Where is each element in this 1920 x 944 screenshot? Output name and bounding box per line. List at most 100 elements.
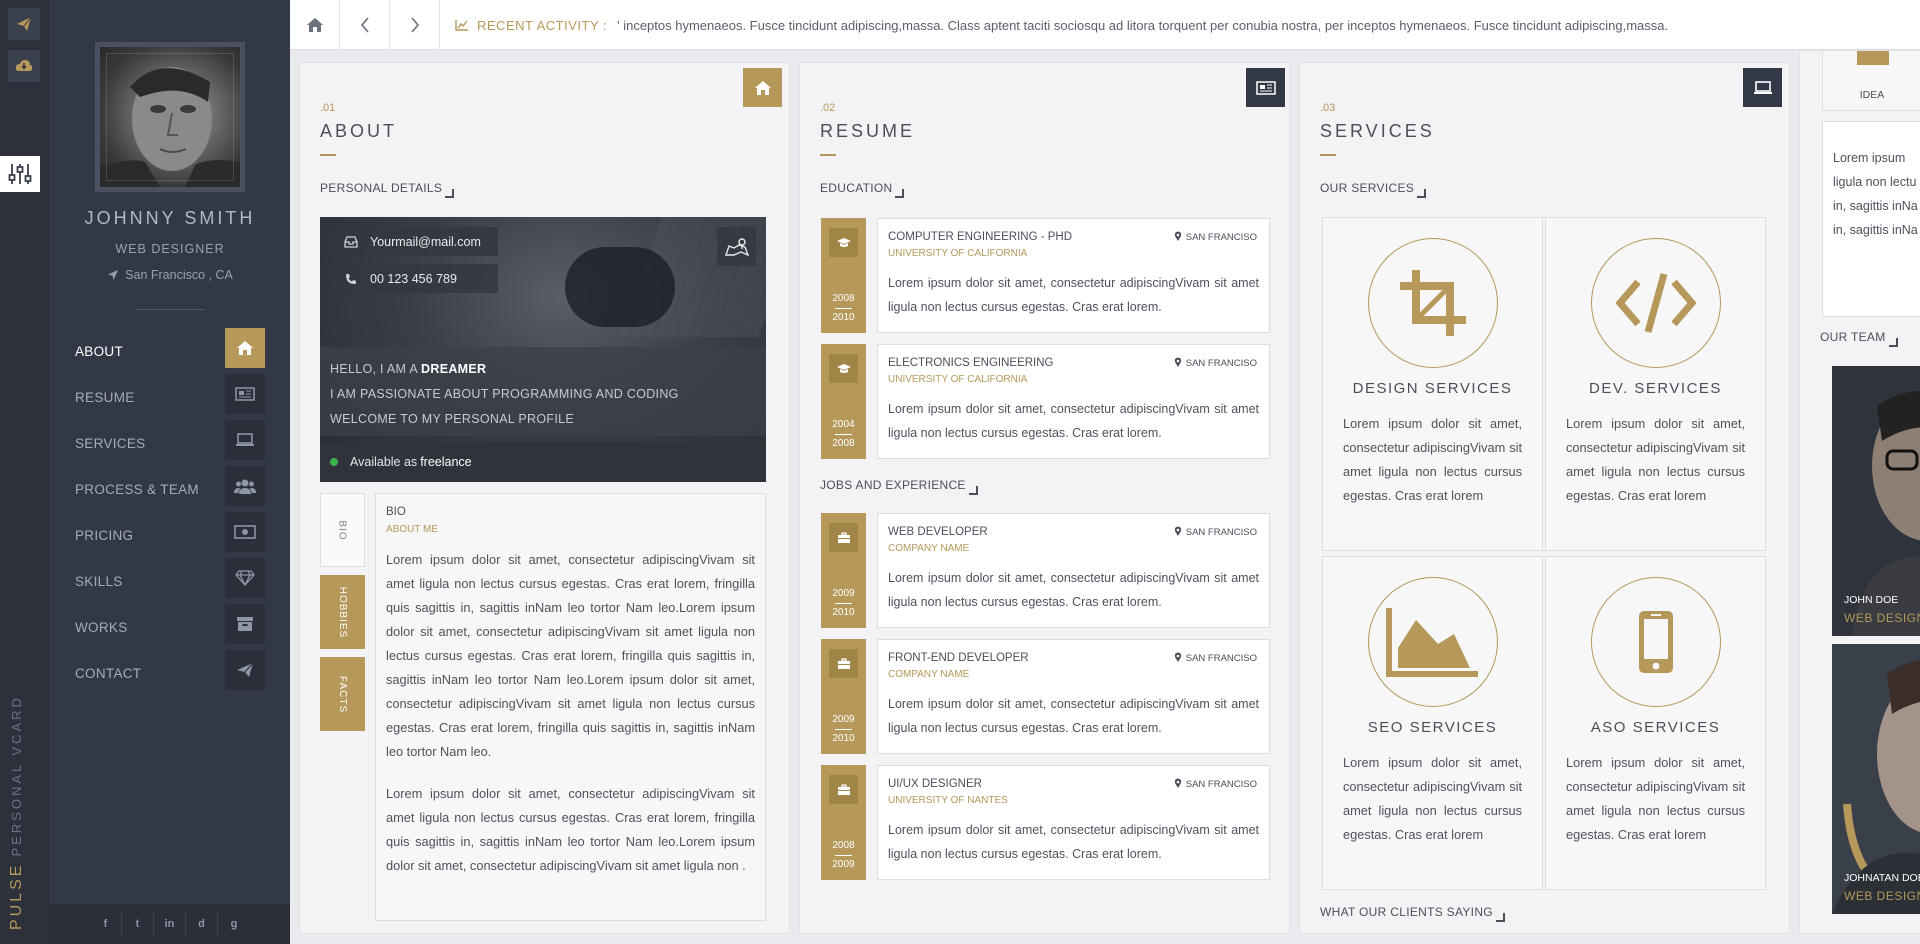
process-description: Lorem ipsum ligula non lectu in, sagitti… — [1822, 121, 1920, 317]
team-member-card[interactable]: JOHN DOE WEB DESIGNER — [1832, 366, 1920, 636]
nav-item-pricing[interactable]: PRICING — [50, 512, 290, 558]
services-heading: OUR SERVICES — [1320, 181, 1415, 195]
item-description: Lorem ipsum dolor sit amet, consectetur … — [888, 697, 1259, 735]
chevron-right-icon — [410, 17, 419, 33]
profile-location: San Francisco , CA — [50, 268, 290, 282]
nav-item-works[interactable]: WORKS — [50, 604, 290, 650]
tab-bio[interactable]: BIO — [320, 493, 365, 567]
service-card-aso[interactable]: ASO SERVICES Lorem ipsum dolor sit amet,… — [1545, 556, 1766, 890]
nav-item-process-team[interactable]: PROCESS & TEAM — [50, 466, 290, 512]
item-description: Lorem ipsum dolor sit amet, consectetur … — [888, 823, 1259, 861]
job-item: 2009 2010 FRONT-END DEVELOPER COMPANY NAM… — [821, 639, 1270, 754]
section-number: .02 — [820, 102, 836, 114]
team-heading: OUR TEAM — [1820, 330, 1886, 344]
service-description: Lorem ipsum dolor sit amet, consectetur … — [1566, 416, 1745, 503]
nav-item-about[interactable]: ABOUT — [50, 328, 290, 374]
nav-item-resume[interactable]: RESUME — [50, 374, 290, 420]
service-card-dev[interactable]: DEV. SERVICES Lorem ipsum dolor sit amet… — [1545, 217, 1766, 551]
process-line: ligula non lectu — [1833, 175, 1917, 189]
prev-button[interactable] — [340, 0, 390, 50]
paper-plane-icon[interactable] — [8, 8, 40, 40]
title-underline — [320, 154, 336, 156]
area-chart-icon — [1368, 577, 1498, 707]
next-button[interactable] — [390, 0, 440, 50]
email-chip[interactable]: Yourmail@mail.com — [330, 227, 498, 256]
nav-item-skills[interactable]: SKILLS — [50, 558, 290, 604]
member-name: JOHN DOE — [1844, 594, 1899, 606]
intro-line-2: I AM PASSIONATE ABOUT PROGRAMMING AND CO… — [330, 387, 679, 401]
phone-chip[interactable]: 00 123 456 789 — [330, 264, 498, 293]
tab-facts[interactable]: FACTS — [320, 657, 365, 731]
intro-pre: HELLO, I AM A — [330, 362, 422, 376]
item-description: Lorem ipsum dolor sit amet, consectetur … — [888, 402, 1259, 440]
briefcase-icon — [829, 649, 858, 678]
archive-icon — [225, 604, 265, 644]
linkedin-icon[interactable]: in — [154, 912, 186, 936]
item-location-text: SAN FRANCISO — [1185, 653, 1257, 664]
service-title: ASO SERVICES — [1590, 719, 1721, 736]
item-title: WEB DEVELOPER — [888, 526, 988, 538]
lightbulb-icon — [1857, 51, 1889, 65]
nav-item-contact[interactable]: CONTACT — [50, 650, 290, 696]
item-org: UNIVERSITY OF CALIFORNIA — [888, 248, 1028, 259]
service-title: DEV. SERVICES — [1589, 380, 1722, 397]
team-member-card[interactable]: JOHNATAN DOE WEB DESIGNER — [1832, 644, 1920, 914]
intro-bold: DREAMER — [421, 362, 487, 376]
line-chart-icon — [455, 20, 468, 31]
availability-pre: Available as — [350, 455, 418, 469]
service-description: Lorem ipsum dolor sit amet, consectetur … — [1343, 416, 1522, 503]
left-rail: PULSE PERSONAL VCARD — [0, 0, 50, 944]
phone-text: 00 123 456 789 — [370, 271, 457, 286]
year-to: 2010 — [832, 607, 855, 618]
paper-plane-icon — [225, 650, 265, 690]
job-item: 2008 2009 UI/UX DESIGNER UNIVERSITY OF NA… — [821, 765, 1270, 880]
service-description: Lorem ipsum dolor sit amet, consectetur … — [1343, 755, 1522, 842]
jobs-heading: JOBS AND EXPERIENCE — [820, 478, 966, 492]
service-card-seo[interactable]: SEO SERVICES Lorem ipsum dolor sit amet,… — [1322, 556, 1543, 890]
item-description: Lorem ipsum dolor sit amet, consectetur … — [888, 276, 1259, 314]
intro-text: HELLO, I AM A DREAMER I AM PASSIONATE AB… — [320, 347, 766, 436]
map-icon[interactable] — [717, 227, 756, 266]
section-heading: OUR TEAM — [1820, 330, 1898, 347]
item-org: UNIVERSITY OF CALIFORNIA — [888, 374, 1028, 385]
idea-label: IDEA — [1859, 89, 1885, 101]
timeline-bar: 2009 2010 — [821, 639, 866, 754]
users-icon — [225, 466, 265, 506]
github-icon[interactable]: g — [218, 912, 250, 936]
home-button[interactable] — [290, 0, 340, 50]
item-description: Lorem ipsum dolor sit amet, consectetur … — [888, 571, 1259, 609]
education-heading: EDUCATION — [820, 181, 893, 195]
item-org: COMPANY NAME — [888, 543, 970, 554]
service-card-design[interactable]: DESIGN SERVICES Lorem ipsum dolor sit am… — [1322, 217, 1543, 551]
item-location-text: SAN FRANCISO — [1185, 527, 1257, 538]
section-title: ABOUT — [320, 121, 398, 141]
newspaper-icon — [225, 374, 265, 414]
home-icon — [306, 18, 323, 32]
cloud-download-icon[interactable] — [8, 50, 40, 82]
brand-name: PULSE — [8, 862, 25, 930]
nav-label: CONTACT — [75, 665, 142, 681]
home-icon — [225, 328, 265, 368]
map-marker-icon — [1174, 357, 1181, 367]
section-title: SERVICES — [1320, 121, 1435, 141]
timeline-bar: 2008 2010 — [821, 218, 866, 333]
item-location-text: SAN FRANCISO — [1185, 358, 1257, 369]
settings-sliders-icon[interactable] — [0, 156, 40, 192]
facebook-icon[interactable]: f — [90, 912, 122, 936]
resume-panel: .02 RESUME EDUCATION 2008 2010 COMPUTER E… — [799, 62, 1290, 934]
item-title: FRONT-END DEVELOPER — [888, 652, 1029, 664]
year-from: 2008 — [832, 840, 855, 851]
dribbble-icon[interactable]: d — [186, 912, 218, 936]
item-org: UNIVERSITY OF NANTES — [888, 795, 1008, 806]
tab-hobbies[interactable]: HOBBIES — [320, 575, 365, 649]
tab-bio-label: BIO — [336, 519, 348, 541]
twitter-icon[interactable]: t — [122, 912, 154, 936]
section-heading: WHAT OUR CLIENTS SAYING — [1320, 905, 1505, 922]
section-heading: JOBS AND EXPERIENCE — [820, 478, 978, 495]
member-role: WEB DESIGNER — [1844, 611, 1920, 625]
timeline-bar: 2004 2008 — [821, 344, 866, 459]
brand-subtitle: PERSONAL VCARD — [9, 695, 24, 857]
graduation-cap-icon — [829, 228, 858, 257]
nav-item-services[interactable]: SERVICES — [50, 420, 290, 466]
item-location: SAN FRANCISO — [1174, 231, 1257, 243]
